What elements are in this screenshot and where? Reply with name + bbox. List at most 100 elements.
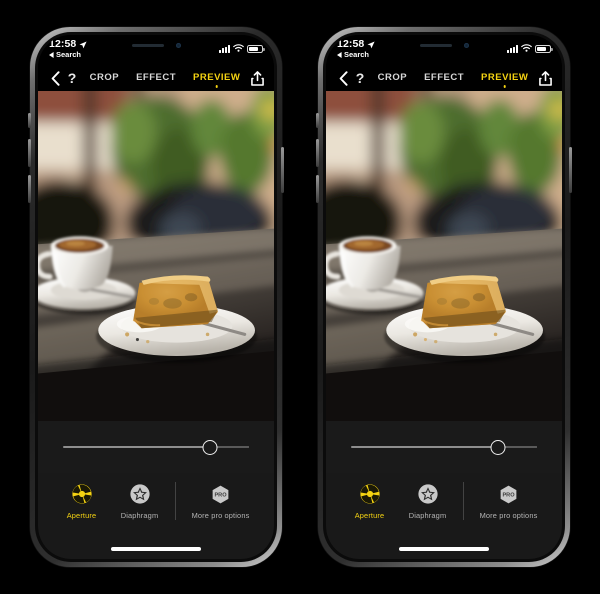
battery-icon [535,44,553,53]
phone-mockup-left: 12:58 Search ? CROP EFFECT PREVIEW Apert… [28,27,284,567]
tab-effect[interactable]: EFFECT [136,72,176,84]
slider-knob[interactable] [490,439,506,455]
cellular-signal-icon [219,44,230,53]
pro-hexagon-badge-icon: PRO [497,482,521,506]
aperture-iris-icon [70,482,94,506]
status-time-row: 12:58 [337,38,375,50]
back-triangle-icon [337,51,342,58]
screenshot-canvas: 12:58 Search ? CROP EFFECT PREVIEW Apert… [0,0,600,594]
notch [101,35,211,56]
tab-preview[interactable]: PREVIEW [193,72,240,84]
share-upload-icon [538,70,552,86]
photo-canvas [38,91,274,421]
tab-crop[interactable]: CROP [90,72,119,84]
cellular-signal-icon [507,44,518,53]
tab-crop[interactable]: CROP [378,72,407,84]
help-button[interactable]: ? [351,70,369,86]
cake-slice [420,275,506,329]
cake-slice [132,275,218,329]
aperture-slider[interactable] [351,437,537,457]
status-bar-left: 12:58 Search [49,38,87,59]
photo-canvas [326,91,562,421]
earpiece-speaker-icon [419,44,452,47]
tab-preview[interactable]: PREVIEW [481,72,528,84]
location-arrow-icon [367,40,375,48]
mute-switch[interactable] [28,113,31,128]
photo-preview[interactable] [38,91,274,421]
tab-effect[interactable]: EFFECT [424,72,464,84]
svg-text:PRO: PRO [214,492,227,498]
tool-aperture-label: Aperture [354,511,385,520]
tool-more-pro-options[interactable]: PRO More pro options [470,482,548,520]
tool-aperture[interactable]: Aperture [53,482,111,520]
back-button[interactable] [335,70,351,86]
tools-bar: Aperture Diaphragm PRO More pro options [326,473,562,539]
back-to-app-label: Search [344,50,370,60]
power-button[interactable] [281,147,284,193]
tool-more-pro-options[interactable]: PRO More pro options [182,482,260,520]
share-button[interactable] [249,70,265,86]
wifi-icon [521,44,532,52]
phone-mockup-right: 12:58 Search ? CROP EFFECT PREVIEW Apert… [316,27,572,567]
tool-aperture[interactable]: Aperture [341,482,399,520]
power-button[interactable] [569,147,572,193]
chevron-left-icon [339,70,348,86]
slider-panel [326,421,562,473]
app-toolbar: ? CROP EFFECT PREVIEW [326,65,562,91]
help-button[interactable]: ? [63,70,81,86]
status-bar-right [219,39,265,53]
tool-aperture-label: Aperture [66,511,97,520]
phone-bezel: 12:58 Search ? CROP EFFECT PREVIEW Apert… [323,32,565,562]
notch [389,35,499,56]
tool-diaphragm-label: Diaphragm [408,511,447,520]
tool-diaphragm-label: Diaphragm [120,511,159,520]
tool-more-pro-options-label: More pro options [191,511,250,520]
location-arrow-icon [79,40,87,48]
tool-diaphragm[interactable]: Diaphragm [399,482,457,520]
photo-preview[interactable] [326,91,562,421]
back-to-app-label: Search [56,50,82,60]
tools-divider [174,482,176,520]
slider-panel [38,421,274,473]
app-toolbar: ? CROP EFFECT PREVIEW [38,65,274,91]
question-mark-icon: ? [67,70,77,86]
home-indicator-bar[interactable] [399,547,489,551]
aperture-iris-icon [358,482,382,506]
pro-hexagon-badge-icon: PRO [209,482,233,506]
wifi-icon [233,44,244,52]
status-time-row: 12:58 [49,38,87,50]
front-camera-icon [175,43,181,48]
volume-down-button[interactable] [28,175,31,203]
phone-bezel: 12:58 Search ? CROP EFFECT PREVIEW Apert… [35,32,277,562]
volume-down-button[interactable] [316,175,319,203]
phone-screen: 12:58 Search ? CROP EFFECT PREVIEW Apert… [38,35,274,559]
question-mark-icon: ? [355,70,365,86]
slider-knob[interactable] [202,439,218,455]
volume-up-button[interactable] [28,139,31,167]
diaphragm-star-icon [128,482,152,506]
share-button[interactable] [537,70,553,86]
tools-divider [462,482,464,520]
back-to-app-row[interactable]: Search [49,51,87,59]
chevron-left-icon [51,70,60,86]
status-bar-right [507,39,553,53]
status-time: 12:58 [337,38,365,50]
battery-icon [247,44,265,53]
status-bar-left: 12:58 Search [337,38,375,59]
tool-diaphragm[interactable]: Diaphragm [111,482,169,520]
back-button[interactable] [47,70,63,86]
toolbar-tabs: CROP EFFECT PREVIEW [81,72,249,84]
tool-more-pro-options-label: More pro options [479,511,538,520]
aperture-slider[interactable] [63,437,249,457]
home-indicator-zone [38,539,274,559]
toolbar-tabs: CROP EFFECT PREVIEW [369,72,537,84]
share-upload-icon [250,70,264,86]
mute-switch[interactable] [316,113,319,128]
home-indicator-bar[interactable] [111,547,201,551]
diaphragm-star-icon [416,482,440,506]
back-to-app-row[interactable]: Search [337,51,375,59]
back-triangle-icon [49,51,54,58]
volume-up-button[interactable] [316,139,319,167]
earpiece-speaker-icon [131,44,164,47]
front-camera-icon [463,43,469,48]
